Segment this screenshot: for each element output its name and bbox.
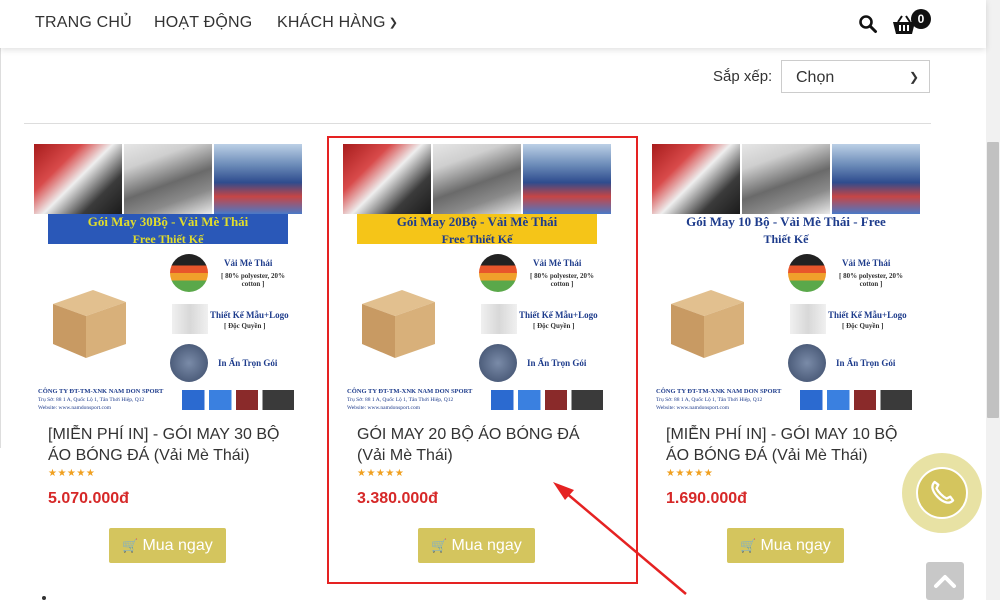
- content-border: [0, 48, 1, 448]
- nav-customers-label: KHÁCH HÀNG: [277, 14, 386, 31]
- feature-design-title: Thiết Kế Mẫu+Logo: [828, 310, 907, 320]
- printer-photo: [34, 144, 122, 214]
- company-address: Trụ Sở: 88 1 A, Quốc Lộ 1, Tân Thới Hiệp…: [656, 397, 763, 403]
- nav-activity[interactable]: HOẠT ĐỘNG: [154, 14, 252, 32]
- sort-select-value: Chọn: [796, 69, 835, 86]
- buy-now-label: Mua ngay: [760, 537, 831, 554]
- sort-label: Sắp xếp:: [713, 68, 773, 85]
- chevron-down-icon: ❯: [908, 70, 919, 84]
- product-photos: [34, 144, 302, 214]
- machine-photo: [124, 144, 212, 214]
- feature-design-title: Thiết Kế Mẫu+Logo: [210, 310, 289, 320]
- feature-print-title: In Ấn Trọn Gói: [218, 358, 278, 368]
- bullet: [42, 596, 46, 600]
- highlight-annotation: [327, 136, 638, 584]
- buy-now-label: Mua ngay: [142, 537, 213, 554]
- workshop-photo: [832, 144, 920, 214]
- navbar: TRANG CHỦ HOẠT ĐỘNG KHÁCH HÀNG ❯ 0: [0, 0, 986, 48]
- feature-fabric-sub: [ 80% polyester, 20% cotton ]: [221, 272, 285, 288]
- chevron-down-icon: ❯: [388, 17, 399, 29]
- basket-icon: 🛒: [122, 538, 139, 553]
- feature-print-title: In Ấn Trọn Gói: [836, 358, 896, 368]
- feature-fabric-title: Vải Mè Thái: [224, 258, 273, 268]
- company-address: Trụ Sở: 88 1 A, Quốc Lộ 1, Tân Thới Hiệp…: [38, 397, 145, 403]
- printing-image: [788, 344, 826, 382]
- printing-image: [170, 344, 208, 382]
- feature-design-sub: [ Độc Quyền ]: [224, 322, 266, 330]
- carton-box-image: [53, 290, 126, 358]
- scrollbar-thumb[interactable]: [987, 142, 999, 418]
- feature-fabric-sub: [ 80% polyester, 20% cotton ]: [839, 272, 903, 288]
- shirts-image: [800, 390, 912, 410]
- product-card[interactable]: Gói May 30Bộ - Vải Mè Thái Free Thiết Kế…: [34, 144, 302, 563]
- image-banner-title: Gói May 10 Bộ - Vải Mè Thái - Free: [686, 214, 886, 229]
- cart-count-badge: 0: [911, 9, 931, 29]
- machine-photo: [742, 144, 830, 214]
- shirts-image: [182, 390, 294, 410]
- phone-icon: [931, 480, 955, 504]
- product-image[interactable]: Gói May 10 Bộ - Vải Mè Thái - Free Thiết…: [652, 144, 920, 412]
- call-button-inner[interactable]: [916, 467, 968, 519]
- product-image[interactable]: Gói May 30Bộ - Vải Mè Thái Free Thiết Kế…: [34, 144, 302, 412]
- company-website: Website: www.namdonsport.com: [656, 405, 729, 411]
- fabric-swatch-image: [170, 254, 208, 292]
- nav-home[interactable]: TRANG CHỦ: [35, 14, 132, 32]
- feature-design-sub: [ Độc Quyền ]: [842, 322, 884, 330]
- company-name: CÔNG TY ĐT-TM-XNK NAM DON SPORT: [38, 388, 164, 395]
- company-name: CÔNG TY ĐT-TM-XNK NAM DON SPORT: [656, 388, 782, 395]
- company-website: Website: www.namdonsport.com: [38, 405, 111, 411]
- design-image: [790, 304, 826, 334]
- feature-fabric-title: Vải Mè Thái: [842, 258, 891, 268]
- buy-now-button[interactable]: 🛒 Mua ngay: [727, 528, 844, 563]
- product-card[interactable]: Gói May 10 Bộ - Vải Mè Thái - Free Thiết…: [652, 144, 920, 563]
- design-image: [172, 304, 208, 334]
- product-price: 1.690.000đ: [666, 490, 747, 507]
- divider: [24, 123, 931, 124]
- image-banner-subtitle: Thiết Kế: [763, 232, 809, 246]
- search-icon[interactable]: [858, 14, 878, 34]
- fabric-swatch-image: [788, 254, 826, 292]
- basket-icon: 🛒: [740, 538, 757, 553]
- workshop-photo: [214, 144, 302, 214]
- product-price: 5.070.000đ: [48, 490, 129, 507]
- product-photos: [652, 144, 920, 214]
- product-name[interactable]: [MIỄN PHÍ IN] - GÓI MAY 30 BỘ ÁO BÓNG ĐÁ…: [48, 424, 298, 466]
- nav-customers[interactable]: KHÁCH HÀNG ❯: [277, 14, 398, 32]
- buy-now-button[interactable]: 🛒 Mua ngay: [109, 528, 226, 563]
- product-name[interactable]: [MIỄN PHÍ IN] - GÓI MAY 10 BỘ ÁO BÓNG ĐÁ…: [666, 424, 916, 466]
- scroll-top-button[interactable]: [926, 562, 964, 600]
- printer-photo: [652, 144, 740, 214]
- sort-select[interactable]: Chọn ❯: [781, 60, 930, 93]
- star-rating: ★★★★★: [666, 468, 714, 479]
- chevron-up-icon: [934, 575, 956, 588]
- star-rating: ★★★★★: [48, 468, 96, 479]
- carton-box-image: [671, 290, 744, 358]
- image-banner-title: Gói May 30Bộ - Vải Mè Thái: [87, 214, 249, 229]
- image-banner-subtitle: Free Thiết Kế: [132, 232, 204, 246]
